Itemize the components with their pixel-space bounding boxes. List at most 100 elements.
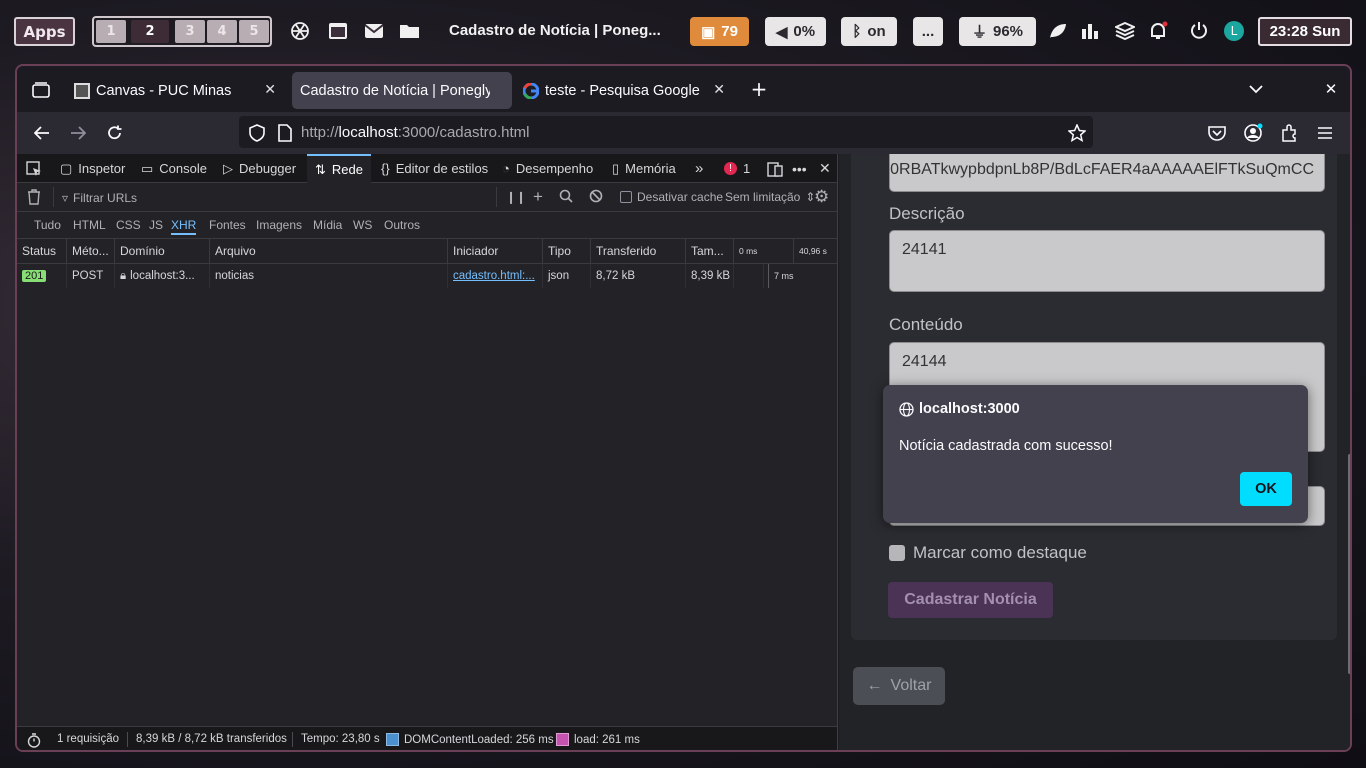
type-midia[interactable]: Mídia — [313, 218, 342, 232]
search-icon[interactable] — [559, 189, 573, 203]
trash-icon[interactable] — [27, 189, 41, 205]
type-xhr[interactable]: XHR — [171, 218, 197, 235]
checkbox[interactable] — [620, 191, 632, 203]
throttle-select[interactable]: Sem limitação ⇕ — [725, 190, 815, 204]
bell-icon[interactable] — [1146, 19, 1170, 43]
apps-button[interactable]: Apps — [14, 17, 75, 46]
more-tabs-chevron-icon[interactable]: » — [695, 154, 703, 183]
responsive-design-icon[interactable] — [767, 154, 783, 183]
pocket-icon[interactable] — [1206, 122, 1228, 144]
close-devtools-icon[interactable]: ✕ — [819, 154, 831, 183]
pause-icon[interactable]: ❙❙ — [506, 190, 526, 204]
hamburger-menu-icon[interactable] — [1314, 122, 1336, 144]
type-css[interactable]: CSS — [116, 218, 141, 232]
power-icon[interactable] — [1187, 19, 1211, 43]
chatgpt-icon[interactable] — [288, 19, 312, 43]
bookmark-star-icon[interactable] — [1066, 122, 1088, 144]
add-request-icon[interactable]: + — [533, 187, 543, 207]
google-favicon-icon — [523, 82, 539, 99]
forward-arrow-icon[interactable] — [67, 122, 89, 144]
tab-editor-de-estilos[interactable]: {} Editor de estilos — [381, 154, 488, 183]
updates-indicator[interactable]: ▣ 79 — [690, 17, 749, 46]
filter-icon: ▿ — [62, 191, 69, 205]
workspace-1[interactable]: 1 — [96, 20, 126, 43]
tab-label: Desempenho — [515, 161, 594, 176]
type-imagens[interactable]: Imagens — [256, 218, 302, 232]
ok-button[interactable]: OK — [1240, 472, 1292, 506]
tab-list-chevron-down-icon[interactable] — [1245, 78, 1267, 100]
user-avatar-icon[interactable]: L — [1222, 19, 1246, 43]
col-timeline-start[interactable]: 0 ms — [734, 239, 794, 263]
col-size[interactable]: Tam... — [686, 239, 734, 263]
stats-icon[interactable] — [1078, 19, 1102, 43]
type-html[interactable]: HTML — [73, 218, 106, 232]
table-row[interactable]: 201 POST 🔒︎ localhost:3... noticias cada… — [17, 264, 837, 288]
type-ws[interactable]: WS — [353, 218, 372, 232]
tab-desempenho[interactable]: ◔ Desempenho — [502, 154, 593, 183]
page-info-icon[interactable] — [274, 122, 296, 144]
devtools-options-icon[interactable]: ••• — [792, 154, 807, 183]
tab-console[interactable]: ▭ Console — [141, 154, 207, 183]
type-tudo[interactable]: Tudo — [34, 218, 61, 232]
col-status[interactable]: Status — [17, 239, 67, 263]
type-fontes[interactable]: Fontes — [209, 218, 246, 232]
image-url-field[interactable]: 0RBATkwypbdpnLb8P/BdLcFAER4aAAAAAElFTkSu… — [889, 154, 1325, 192]
url-bar[interactable]: http://localhost:3000/cadastro.html — [239, 116, 1093, 148]
new-tab-icon[interactable]: + — [748, 77, 770, 101]
account-icon[interactable] — [1242, 122, 1264, 144]
domain-cell: 🔒︎ localhost:3... — [115, 264, 210, 288]
page-scrollbar[interactable] — [1348, 454, 1350, 674]
col-initiator[interactable]: Iniciador — [448, 239, 543, 263]
battery-indicator[interactable]: ⏚ 96% — [959, 17, 1036, 46]
tab-overview-icon[interactable] — [30, 79, 52, 101]
element-picker-icon[interactable] — [26, 154, 42, 183]
voltar-button[interactable]: ← Voltar — [853, 667, 945, 705]
block-icon[interactable] — [589, 189, 603, 203]
tab-cadastro[interactable]: Cadastro de Notícia | Poneglyph — [292, 72, 512, 109]
gauge-icon: ◔ — [502, 161, 510, 176]
col-file[interactable]: Arquivo — [210, 239, 448, 263]
tab-debugger[interactable]: ▷ Debugger — [223, 154, 296, 183]
load-swatch — [556, 733, 569, 746]
tab-inspetor[interactable]: ▢ Inspetor — [60, 154, 125, 183]
error-counter[interactable]: ! 1 — [724, 154, 750, 183]
reload-icon[interactable] — [104, 122, 126, 144]
col-type[interactable]: Tipo — [543, 239, 591, 263]
col-method[interactable]: Méto... — [67, 239, 115, 263]
tab-canvas[interactable]: Canvas - PUC Minas ✕ — [66, 72, 286, 109]
destaque-checkbox[interactable] — [889, 545, 905, 561]
layers-icon[interactable] — [1113, 19, 1137, 43]
col-transferred[interactable]: Transferido — [591, 239, 686, 263]
workspace-2[interactable]: 2 — [131, 20, 169, 43]
window-icon[interactable] — [326, 19, 350, 43]
close-tab-icon[interactable]: ✕ — [264, 81, 276, 98]
tab-google[interactable]: teste - Pesquisa Google ✕ — [515, 72, 735, 109]
extensions-icon[interactable] — [1278, 122, 1300, 144]
type-js[interactable]: JS — [149, 218, 163, 232]
clock[interactable]: 23:28 Sun — [1258, 17, 1352, 46]
type-outros[interactable]: Outros — [384, 218, 420, 232]
workspace-5[interactable]: 5 — [239, 20, 269, 43]
col-timeline-end[interactable]: 40,96 s — [794, 239, 838, 263]
folder-icon[interactable] — [398, 19, 422, 43]
cadastrar-noticia-button[interactable]: Cadastrar Notícia — [888, 582, 1053, 618]
volume-indicator[interactable]: ◀ 0% — [765, 17, 826, 46]
mail-icon[interactable] — [362, 19, 386, 43]
shield-icon[interactable] — [246, 122, 268, 144]
disable-cache-toggle[interactable]: Desativar cache — [620, 190, 723, 204]
workspace-3[interactable]: 3 — [175, 20, 205, 43]
workspace-4[interactable]: 4 — [207, 20, 237, 43]
filter-urls-input[interactable]: ▿ Filtrar URLs — [62, 191, 492, 205]
leaf-icon[interactable] — [1046, 19, 1070, 43]
close-tab-icon[interactable]: ✕ — [713, 81, 725, 98]
back-arrow-icon[interactable] — [31, 122, 53, 144]
initiator-link[interactable]: cadastro.html:... — [453, 270, 535, 282]
tab-rede[interactable]: ⇅ Rede — [307, 154, 371, 183]
tab-memoria[interactable]: ▯ Memória — [612, 154, 676, 183]
bluetooth-indicator[interactable]: ᛒ on — [841, 17, 897, 46]
col-domain[interactable]: Domínio — [115, 239, 210, 263]
gear-icon[interactable]: ⚙ — [814, 187, 829, 207]
close-window-icon[interactable]: ✕ — [1320, 78, 1342, 100]
descricao-textarea[interactable]: 24141 — [889, 230, 1325, 292]
more-button[interactable]: ... — [913, 17, 943, 46]
